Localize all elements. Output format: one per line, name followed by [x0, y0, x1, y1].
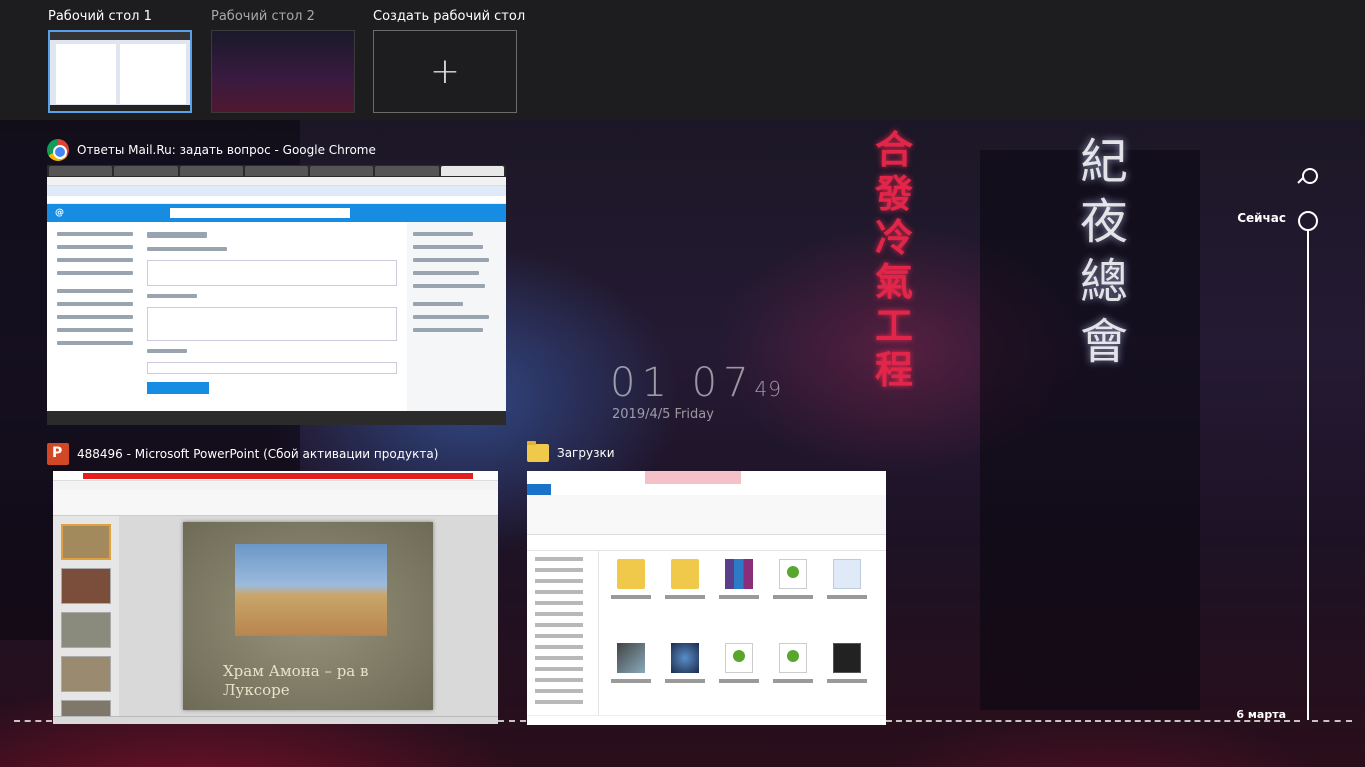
explorer-title-bar: [527, 471, 886, 484]
explorer-address-bar: [527, 535, 886, 551]
explorer-status-bar: [527, 715, 886, 725]
desktop-1-thumbnail[interactable]: [48, 30, 192, 113]
explorer-window-thumbnail[interactable]: [527, 471, 886, 725]
explorer-ribbon: [527, 495, 886, 535]
current-slide: Храм Амона – ра в Луксоре: [183, 522, 433, 710]
file-item: [823, 557, 871, 613]
timeline-separator: [498, 720, 526, 722]
timeline-separator: [14, 720, 52, 722]
explorer-ribbon-tabs: [527, 484, 886, 495]
explorer-window-title-text: Загрузки: [557, 446, 615, 460]
mail-top-bar: [47, 196, 506, 204]
file-item: [715, 641, 763, 697]
otvety-right-panel: [407, 222, 506, 411]
desktop-2-label: Рабочий стол 2: [211, 9, 315, 24]
chrome-window-title-text: Ответы Mail.Ru: задать вопрос - Google C…: [77, 143, 376, 157]
plus-icon[interactable]: +: [373, 30, 517, 113]
chrome-tab-strip: [47, 165, 506, 177]
wallpaper-neon-sign-red: 合發冷氣工程: [875, 128, 914, 392]
file-item: [661, 557, 709, 613]
desktop-1[interactable]: Рабочий стол 1: [48, 9, 192, 113]
new-desktop-label: Создать рабочий стол: [373, 9, 526, 24]
explorer-window-title[interactable]: Загрузки: [527, 441, 615, 462]
powerpoint-window-thumbnail[interactable]: Храм Амона – ра в Луксоре: [53, 471, 498, 724]
chrome-address-bar: [47, 177, 506, 186]
file-item: [607, 557, 655, 613]
file-item: [715, 557, 763, 613]
otvety-page-body: [47, 222, 506, 411]
wallpaper-clock: 01 0749: [610, 360, 782, 406]
chrome-window-title[interactable]: Ответы Mail.Ru: задать вопрос - Google C…: [47, 139, 376, 161]
powerpoint-window-title-text: 488496 - Microsoft PowerPoint (Сбой акти…: [77, 447, 439, 461]
powerpoint-title-bar: [53, 471, 498, 481]
file-item: [823, 641, 871, 697]
chrome-info-bar: [47, 186, 506, 196]
powerpoint-status-bar: [53, 716, 498, 724]
temple-photo: [235, 544, 387, 636]
explorer-file-grid: [607, 557, 880, 713]
timeline-now-marker[interactable]: [1298, 211, 1318, 231]
otvety-header: @: [47, 204, 506, 222]
otvety-question-form: [147, 232, 397, 394]
otvety-left-menu: [57, 232, 133, 354]
chrome-icon: [47, 139, 69, 161]
desktop-2-thumbnail[interactable]: [211, 30, 355, 113]
timeline-scrollbar[interactable]: [1307, 230, 1309, 720]
activation-warning-bar: [83, 473, 473, 479]
desktop-2[interactable]: Рабочий стол 2: [211, 9, 355, 113]
publish-question-button: [147, 382, 209, 394]
otvety-search-box: [170, 208, 350, 218]
timeline-now-label: Сейчас: [1237, 211, 1286, 225]
powerpoint-ribbon: [53, 490, 498, 516]
file-item: [769, 557, 817, 613]
chrome-download-bar: [47, 411, 506, 425]
powerpoint-icon: [47, 443, 69, 465]
folder-icon: [527, 441, 549, 462]
desktop-1-label: Рабочий стол 1: [48, 9, 152, 24]
timeline-separator: [1312, 720, 1352, 722]
otvety-logo: @: [55, 208, 64, 218]
wallpaper-neon-sign-white: 紀夜總會: [1080, 134, 1129, 370]
virtual-desktops-bar: Рабочий стол 1 Рабочий стол 2 Создать ра…: [0, 0, 1365, 120]
file-item: [661, 641, 709, 697]
search-icon[interactable]: [1296, 166, 1320, 190]
chrome-window-thumbnail[interactable]: @: [47, 165, 506, 425]
wallpaper-clock-date: 2019/4/5 Friday: [612, 407, 714, 422]
new-desktop[interactable]: Создать рабочий стол +: [373, 9, 525, 113]
timeline-separator: [886, 720, 1300, 722]
explorer-navigation-pane: [527, 551, 599, 715]
slide-editor: Храм Амона – ра в Луксоре: [119, 516, 498, 716]
slides-panel: [53, 516, 119, 724]
file-item: [769, 641, 817, 697]
powerpoint-ribbon-tabs: [53, 481, 498, 490]
powerpoint-window-title[interactable]: 488496 - Microsoft PowerPoint (Сбой акти…: [47, 443, 438, 465]
file-item: [607, 641, 655, 697]
slide-title: Храм Амона – ра в Луксоре: [223, 662, 369, 699]
